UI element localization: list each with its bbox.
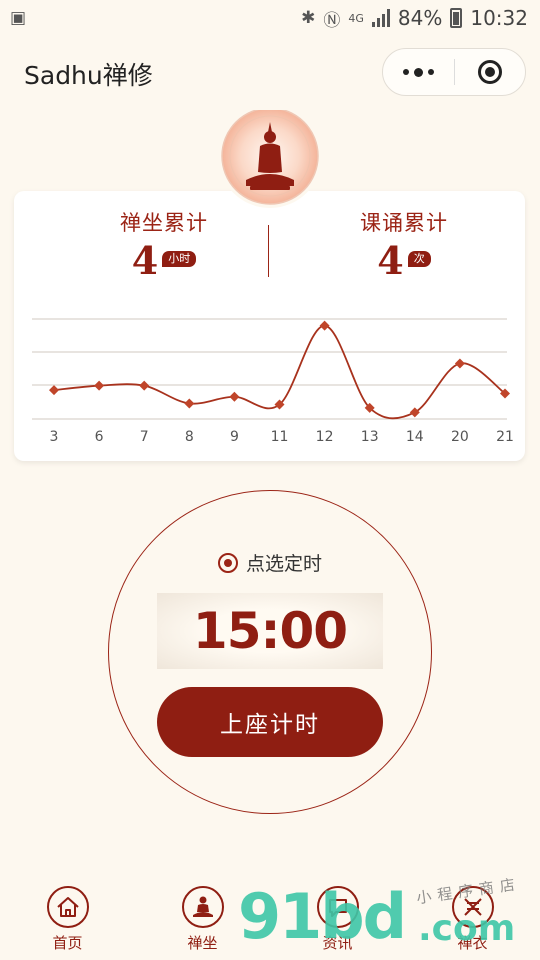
chart-point (229, 391, 240, 402)
chart-point (319, 320, 330, 331)
chart-x-tick-label: 20 (451, 429, 469, 445)
meditation-total: 禅坐累计 4 小时 (64, 207, 264, 283)
nfc-icon: Ⓝ (323, 10, 341, 31)
tab-home-label: 首页 (52, 934, 83, 952)
chart-x-tick-label: 14 (406, 429, 424, 445)
network-type: 4G (348, 11, 364, 25)
signal-icon (371, 9, 390, 27)
home-icon (46, 886, 89, 928)
timer-circle: 点选定时 15:00 上座计时 (108, 490, 432, 814)
stats-card: 禅坐累计 4 小时 课诵累计 4 次 3 6 7 8 9 11 12 13 14 20 21 (14, 191, 525, 461)
timer-display[interactable]: 15:00 (157, 593, 383, 669)
chart-point (94, 380, 105, 391)
chart-x-tick-label: 11 (271, 429, 289, 445)
tab-home[interactable]: 首页 (0, 880, 135, 960)
stats-divider (268, 225, 269, 277)
bluetooth-icon: ✱ (301, 8, 316, 28)
timer-select-label: 点选定时 (245, 553, 322, 575)
chart-x-tick-label: 21 (496, 429, 514, 445)
page-title: Sadhu禅修 (24, 61, 153, 90)
history-line-chart: 3 6 7 8 9 11 12 13 14 20 21 (32, 318, 514, 445)
buddha-logo (214, 104, 326, 210)
clock: 10:32 (470, 6, 528, 30)
tab-robe-label: 禅衣 (457, 934, 488, 952)
tab-news-label: 资讯 (322, 934, 353, 952)
miniprogram-capsule (382, 48, 526, 96)
close-target-icon (477, 60, 502, 84)
tab-news[interactable]: 资讯 (270, 880, 405, 960)
meditate-icon (181, 886, 224, 928)
chart-x-tick-label: 12 (316, 429, 334, 445)
chart-x-tick-label: 3 (50, 429, 59, 445)
chart-point (184, 398, 195, 409)
chanting-total-unit: 次 (407, 251, 431, 267)
status-bar: ▣ ✱ Ⓝ 4G 84% 10:32 (0, 0, 540, 36)
tab-meditate-label: 禅坐 (187, 934, 218, 952)
chanting-total: 课诵累计 4 次 (304, 207, 504, 283)
chart-x-tick-label: 9 (230, 429, 239, 445)
meditation-total-value: 4 (131, 238, 159, 283)
robe-icon (451, 886, 494, 928)
chart-x-tick-label: 13 (361, 429, 379, 445)
meditation-total-label: 禅坐累计 (120, 211, 208, 235)
chart-x-tick-label: 7 (140, 429, 149, 445)
battery-percent: 84% (397, 6, 443, 30)
radio-selected-icon[interactable] (217, 552, 238, 573)
chart-point (139, 380, 150, 391)
chart-point (454, 358, 465, 369)
timer-select-option[interactable]: 点选定时 (109, 549, 431, 576)
chanting-total-value: 4 (377, 238, 404, 283)
close-miniprogram-button[interactable] (455, 49, 526, 95)
tab-meditate[interactable]: 禅坐 (135, 880, 270, 960)
tab-robe[interactable]: 禅衣 (405, 880, 540, 960)
battery-icon (450, 8, 463, 28)
chart-x-tick-label: 6 (95, 429, 104, 445)
more-dots-icon (402, 67, 434, 77)
chart-point (49, 385, 59, 396)
timer-value: 15:00 (192, 602, 348, 660)
news-icon (316, 886, 359, 928)
chanting-total-label: 课诵累计 (360, 211, 448, 235)
title-bar: Sadhu禅修 (0, 36, 540, 108)
bottom-tab-bar: 首页 禅坐 资讯 禅衣 (0, 880, 540, 960)
more-button[interactable] (383, 49, 454, 95)
gallery-notification-icon: ▣ (10, 8, 27, 28)
chart-x-tick-label: 8 (185, 429, 194, 445)
start-timer-button[interactable]: 上座计时 (157, 687, 383, 757)
meditation-total-unit: 小时 (162, 251, 197, 267)
